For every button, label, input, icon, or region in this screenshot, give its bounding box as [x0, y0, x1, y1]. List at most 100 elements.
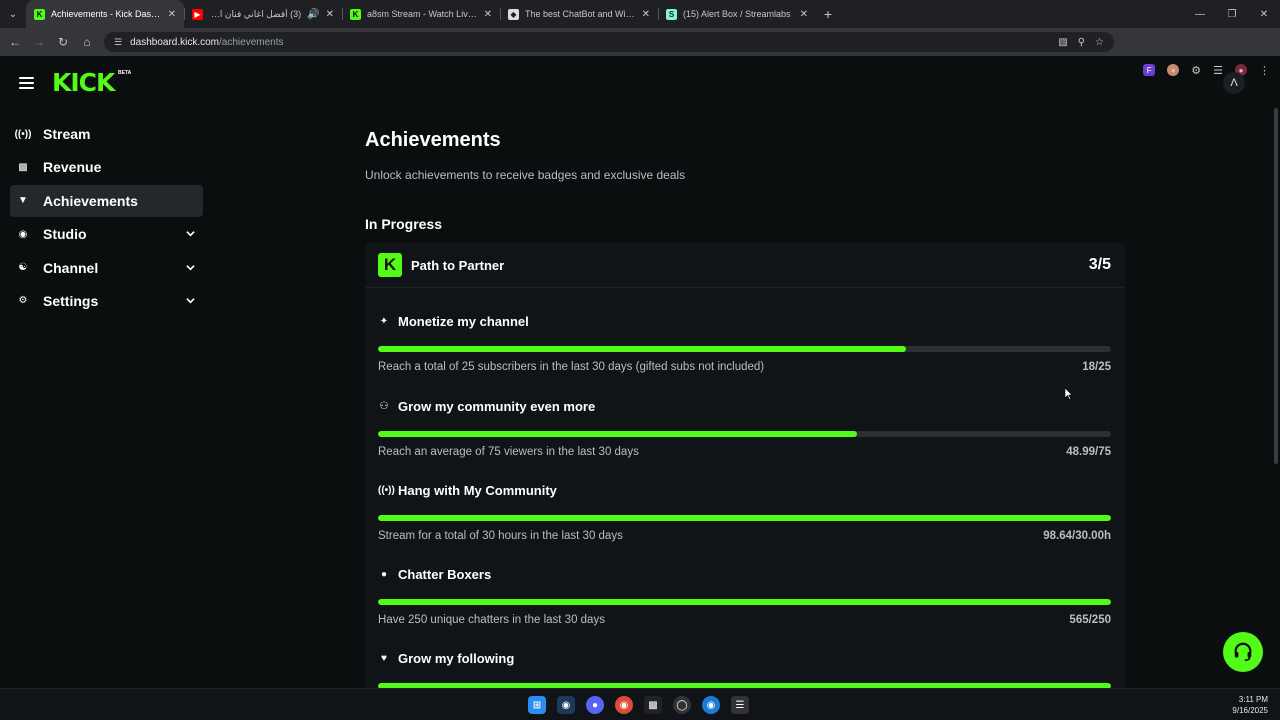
- speaker-icon[interactable]: 🔊: [307, 9, 319, 20]
- sidebar-item-channel[interactable]: ☯ Channel: [10, 252, 203, 284]
- sidebar-item-stream[interactable]: ((•)) Stream: [10, 118, 203, 150]
- section-title: In Progress: [365, 216, 443, 232]
- bookmark-star-icon[interactable]: ☆: [1095, 37, 1104, 48]
- sidebar-item-studio[interactable]: ◉ Studio: [10, 218, 203, 250]
- site-info-icon[interactable]: ☰: [114, 37, 122, 48]
- reload-icon[interactable]: ↻: [51, 28, 75, 56]
- kick-icon: K: [34, 8, 45, 20]
- translate-icon[interactable]: ▧: [1058, 37, 1067, 48]
- chevron-down-icon[interactable]: [186, 229, 195, 238]
- streamlabs-icon: S: [666, 8, 677, 20]
- close-icon[interactable]: ✕: [484, 9, 492, 20]
- beta-badge: BETA: [118, 70, 132, 76]
- discord-icon[interactable]: ●: [586, 696, 604, 714]
- achievement-title: Grow my following: [398, 650, 515, 666]
- sidebar-item-label: Stream: [43, 126, 91, 142]
- browser-tab-3[interactable]: ◆ The best ChatBot and Widgets ✕: [500, 0, 658, 28]
- progress-bar: [378, 346, 1111, 352]
- minimize-icon[interactable]: —: [1184, 0, 1216, 28]
- kick-icon: K: [350, 8, 361, 20]
- restore-icon[interactable]: ❐: [1216, 0, 1248, 28]
- channel-icon: ☯: [18, 262, 28, 274]
- tab-title: a8sm Stream - Watch Live on K: [367, 9, 478, 19]
- progress-fill: [378, 346, 906, 352]
- sidebar-item-settings[interactable]: ⚙ Settings: [10, 285, 203, 317]
- card-header[interactable]: K Path to Partner 3/5: [365, 243, 1125, 288]
- main-content: Achievements Unlock achievements to rece…: [365, 128, 1125, 232]
- steam-icon[interactable]: ◉: [557, 696, 575, 714]
- browser-tab-2[interactable]: K a8sm Stream - Watch Live on K ✕: [342, 0, 500, 28]
- achievement-description: Reach an average of 75 viewers in the la…: [378, 446, 639, 458]
- progress-bar: [378, 515, 1111, 521]
- browser-tab-4[interactable]: S (15) Alert Box / Streamlabs ✕: [658, 0, 816, 28]
- obs-icon[interactable]: ◯: [673, 696, 691, 714]
- browser-toolbar: ← → ↻ ⌂ ☰ dashboard.kick.com/achievement…: [0, 28, 1280, 77]
- close-icon[interactable]: ✕: [168, 9, 176, 20]
- close-icon[interactable]: ✕: [800, 9, 808, 20]
- close-icon[interactable]: ✕: [326, 9, 334, 20]
- system-clock[interactable]: 3:11 PM 9/16/2025: [1232, 694, 1268, 716]
- headset-icon: [1234, 642, 1252, 662]
- achievement-value: 565/250: [1069, 614, 1111, 626]
- sidebar-item-revenue[interactable]: ▩ Revenue: [10, 151, 203, 183]
- address-bar[interactable]: ☰ dashboard.kick.com/achievements ▧ ⚲ ☆: [104, 32, 1114, 52]
- browser-tab-1[interactable]: ▶ (3) أفضل اغاني فنان العرب 🔊 ✕: [184, 0, 342, 28]
- new-tab-button[interactable]: +: [816, 6, 840, 22]
- sidebar-item-label: Settings: [43, 292, 99, 309]
- zoom-icon[interactable]: ⚲: [1078, 37, 1085, 48]
- windows-start-icon[interactable]: ⊞: [528, 696, 546, 714]
- achievement-value: 48.99/75: [1066, 446, 1111, 458]
- browser-tab-bar: ⌄ K Achievements - Kick Dashboard ✕ ▶ (3…: [0, 0, 1280, 28]
- heart-icon: ♥: [381, 652, 387, 664]
- back-icon[interactable]: ←: [3, 28, 27, 56]
- edge-icon[interactable]: ◉: [702, 696, 720, 714]
- chrome-icon[interactable]: ◉: [615, 696, 633, 714]
- sidebar-item-label: Studio: [43, 226, 87, 243]
- kick-icon: K: [378, 253, 402, 277]
- achievement-item: ⚇ Grow my community even more Reach an av…: [378, 398, 1111, 458]
- youtube-icon: ▶: [192, 8, 203, 20]
- tab-title: The best ChatBot and Widgets: [525, 9, 636, 19]
- clock-time: 3:11 PM: [1238, 695, 1268, 704]
- chevron-down-icon[interactable]: [186, 296, 195, 305]
- progress-fill: [378, 515, 1111, 521]
- close-icon[interactable]: ✕: [642, 9, 650, 20]
- users-icon: ⚇: [379, 400, 389, 412]
- browser-tab-0[interactable]: K Achievements - Kick Dashboard ✕: [26, 0, 184, 28]
- achievement-value: 18/25: [1082, 361, 1111, 373]
- sidebar-item-achievements[interactable]: ▼ Achievements: [10, 184, 203, 217]
- progress-bar: [378, 431, 1111, 437]
- achievement-card: K Path to Partner 3/5 ✦ Monetize my chann…: [365, 243, 1125, 693]
- tab-search-icon[interactable]: ⌄: [0, 0, 26, 28]
- achievement-description: Reach a total of 25 subscribers in the l…: [378, 361, 765, 373]
- support-chat-button[interactable]: [1223, 632, 1263, 672]
- user-avatar-icon[interactable]: Λ: [1223, 72, 1245, 94]
- sidebar-item-label: Revenue: [43, 159, 102, 176]
- chat-icon: ●: [380, 568, 388, 580]
- broadcast-icon: ((•)): [14, 128, 32, 140]
- achievement-item: ♥ Grow my following: [378, 650, 1111, 689]
- app-icon[interactable]: ☰: [731, 696, 749, 714]
- close-window-icon[interactable]: ✕: [1248, 0, 1280, 28]
- clock-date: 9/16/2025: [1232, 706, 1268, 715]
- trophy-icon: ▼: [18, 195, 28, 207]
- achievement-value: 98.64/30.00h: [1043, 530, 1111, 542]
- botrix-icon: ◆: [508, 8, 519, 20]
- window-controls: — ❐ ✕: [1184, 0, 1280, 28]
- capcut-icon[interactable]: ▩: [644, 696, 662, 714]
- home-icon[interactable]: ⌂: [75, 28, 99, 56]
- page-title: Achievements: [365, 129, 501, 151]
- hamburger-menu-icon[interactable]: [19, 77, 34, 89]
- kick-logo[interactable]: KICK: [52, 70, 115, 95]
- tab-title: Achievements - Kick Dashboard: [51, 9, 162, 19]
- chart-icon: ▩: [18, 161, 28, 173]
- page-scrollbar[interactable]: [1274, 108, 1278, 464]
- chevron-down-icon[interactable]: [186, 263, 195, 272]
- card-count: 3/5: [1088, 256, 1111, 273]
- sparkle-icon: ✦: [379, 315, 389, 327]
- dashboard-header: KICK BETA Λ: [0, 58, 1270, 108]
- gear-icon: ⚙: [18, 295, 28, 307]
- forward-icon[interactable]: →: [27, 28, 51, 56]
- progress-fill: [378, 431, 857, 437]
- achievement-title: Chatter Boxers: [398, 566, 492, 582]
